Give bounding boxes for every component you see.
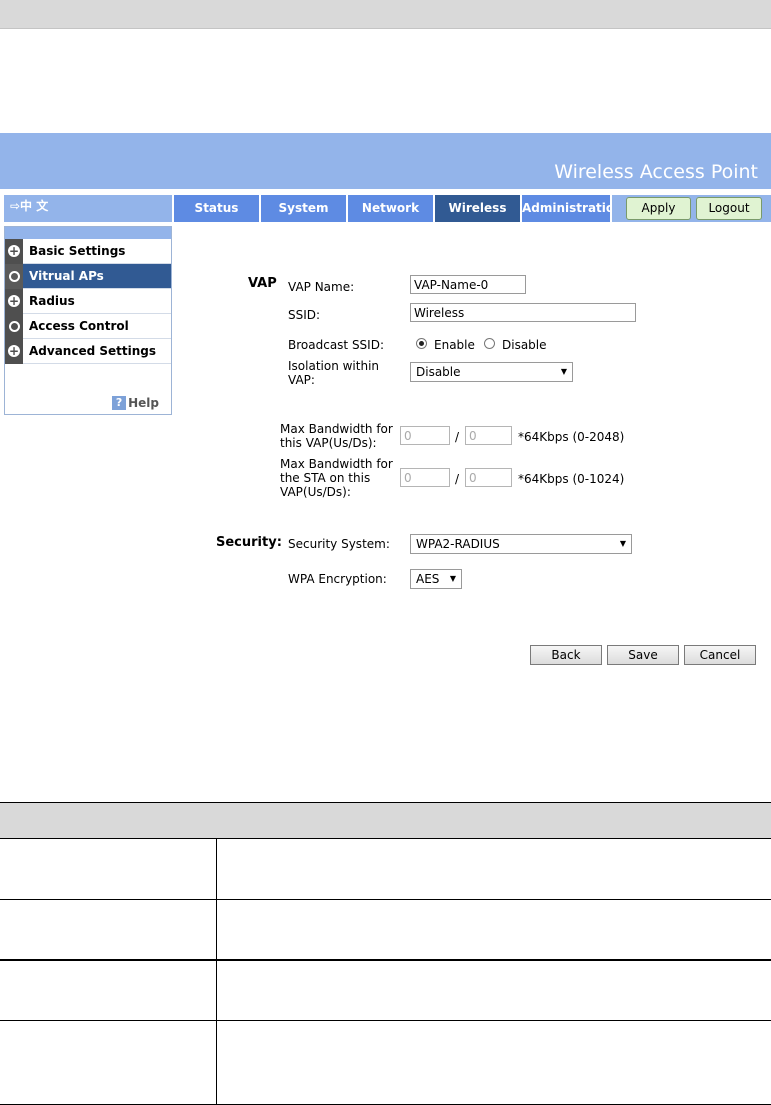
bw-sta-us-input[interactable] [400,468,450,487]
sidebar-header [5,227,171,239]
table-row [0,900,771,961]
sidebar-item-basic-settings[interactable]: + Basic Settings [5,238,171,264]
question-icon: ? [112,396,127,410]
tab-system[interactable]: System [261,195,346,222]
bw-sta-label-line3: VAP(Us/Ds): [280,485,351,499]
plus-circle-icon: + [5,338,23,364]
ssid-label: SSID: [288,308,321,322]
banner-title: Wireless Access Point [554,161,758,183]
wpa-encryption-label: WPA Encryption: [288,572,387,586]
vap-name-label: VAP Name: [288,280,355,294]
broadcast-enable-radio[interactable] [416,338,427,349]
logout-button[interactable]: Logout [696,197,762,220]
vap-name-input[interactable] [410,275,526,294]
isolation-select[interactable]: Disable ▼ [410,362,573,382]
table-header [0,802,771,839]
bw-sta-ds-input[interactable] [465,468,512,487]
broadcast-ssid-label: Broadcast SSID: [288,338,384,352]
save-button[interactable]: Save [607,645,679,665]
sidebar-item-label: Radius [29,294,75,308]
bw-vap-unit: *64Kbps (0-2048) [518,430,625,444]
broadcast-enable-label: Enable [434,338,475,352]
table-row [0,961,771,1021]
sidebar-item-label: Basic Settings [29,244,126,258]
broadcast-disable-label: Disable [502,338,547,352]
tab-wireless[interactable]: Wireless [435,195,520,222]
bw-vap-label-line2: this VAP(Us/Ds): [280,436,377,450]
security-system-select[interactable]: WPA2-RADIUS ▼ [410,534,632,554]
bw-sta-slash: / [455,472,460,486]
help-link[interactable]: ? Help [112,396,159,410]
isolation-label-line1: Isolation within [288,359,380,373]
bw-vap-ds-input[interactable] [465,426,512,445]
banner: Wireless Access Point [0,133,771,189]
help-label: Help [128,396,159,410]
sidebar-item-label: Access Control [29,319,129,333]
sidebar-item-radius[interactable]: + Radius [5,288,171,314]
isolation-label-line2: VAP: [288,373,315,387]
sidebar-item-advanced-settings[interactable]: + Advanced Settings [5,338,171,364]
wpa-encryption-value: AES [416,572,440,586]
apply-button[interactable]: Apply [626,197,691,220]
sidebar: + Basic Settings Vitrual APs + Radius Ac… [4,226,172,415]
table-row [0,839,771,900]
sidebar-item-virtual-aps[interactable]: Vitrual APs [5,263,171,289]
top-strip [0,0,771,29]
security-section-title: Security: [216,535,282,550]
cancel-button[interactable]: Cancel [684,645,756,665]
bw-sta-label-line1: Max Bandwidth for [280,457,393,471]
broadcast-disable-radio[interactable] [484,338,495,349]
bw-sta-label-line2: the STA on this [280,471,371,485]
tab-administration[interactable]: Administration [522,195,623,222]
tab-status[interactable]: Status [174,195,259,222]
plus-circle-icon: + [5,288,23,314]
back-button[interactable]: Back [530,645,602,665]
ssid-input[interactable] [410,303,636,322]
vap-section-title: VAP [248,276,277,291]
chevron-down-icon: ▼ [449,574,456,583]
sidebar-item-label: Vitrual APs [29,269,104,283]
isolation-select-value: Disable [416,365,461,379]
circle-icon [5,263,23,289]
bw-vap-slash: / [455,430,460,444]
chevron-down-icon: ▼ [560,367,567,376]
bw-vap-label-line1: Max Bandwidth for [280,422,393,436]
wpa-encryption-select[interactable]: AES ▼ [410,569,462,589]
tab-network[interactable]: Network [348,195,433,222]
plus-circle-icon: + [5,238,23,264]
language-switch[interactable]: ⇨中 文 [4,195,172,222]
sidebar-item-label: Advanced Settings [29,344,157,358]
sidebar-item-access-control[interactable]: Access Control [5,313,171,339]
chevron-down-icon: ▼ [619,539,626,548]
bw-sta-unit: *64Kbps (0-1024) [518,472,625,486]
security-system-value: WPA2-RADIUS [416,537,500,551]
circle-icon [5,313,23,339]
bw-vap-us-input[interactable] [400,426,450,445]
security-system-label: Security System: [288,537,390,551]
table-row [0,1021,771,1105]
